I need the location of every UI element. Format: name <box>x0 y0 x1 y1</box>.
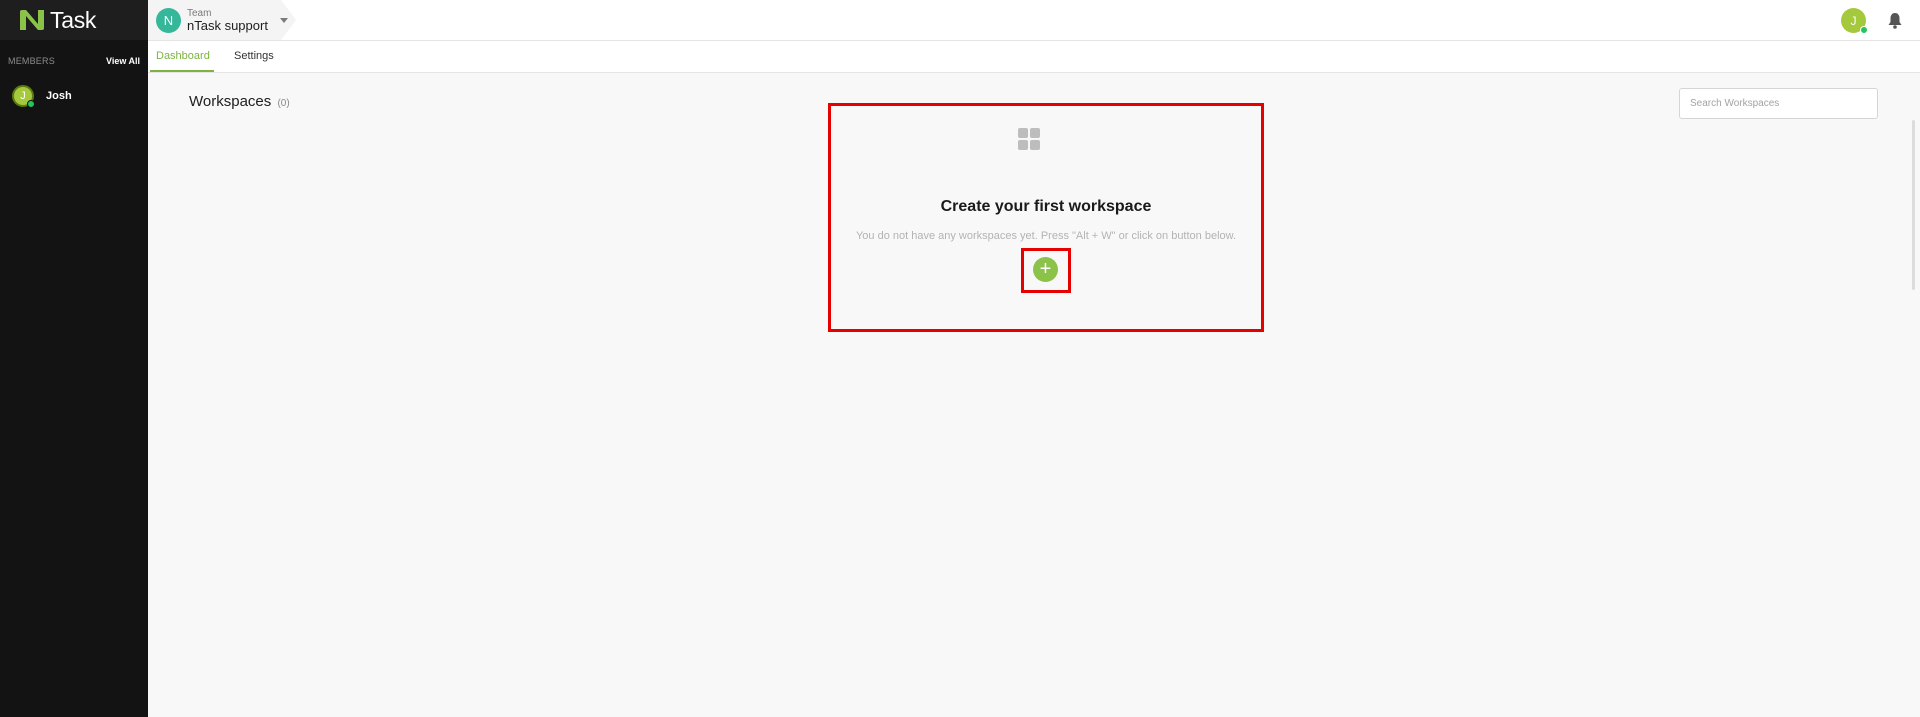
team-info: Team nTask support <box>187 8 268 32</box>
user-avatar[interactable]: J <box>1841 8 1868 34</box>
user-online-dot <box>1860 26 1868 34</box>
tab-bar: Dashboard Settings <box>148 41 1920 73</box>
tab-settings[interactable]: Settings <box>228 41 280 72</box>
empty-state-description: You do not have any workspaces yet. Pres… <box>855 230 1237 242</box>
online-status-dot <box>27 100 35 108</box>
team-name: nTask support <box>187 18 268 33</box>
view-all-link[interactable]: View All <box>106 56 140 66</box>
grid-icon <box>1018 128 1040 150</box>
ntask-logo-icon <box>20 10 44 30</box>
team-avatar: N <box>156 7 181 33</box>
chevron-down-icon <box>280 18 288 23</box>
plus-icon: + <box>1039 258 1052 280</box>
member-initial: J <box>20 90 26 102</box>
search-workspaces-input[interactable] <box>1679 88 1878 119</box>
members-header: MEMBERS View All <box>0 54 148 68</box>
top-bar: N Team nTask support J <box>148 0 1920 41</box>
empty-state-title: Create your first workspace <box>940 198 1152 215</box>
member-avatar: J <box>12 85 35 108</box>
workspaces-count: (0) <box>277 98 290 109</box>
scrollbar[interactable] <box>1912 120 1915 290</box>
workspaces-title: Workspaces <box>189 93 272 110</box>
user-initial: J <box>1850 13 1857 28</box>
sidebar: Task MEMBERS View All J Josh <box>0 0 148 717</box>
add-workspace-button[interactable]: + <box>1033 257 1058 282</box>
members-label: MEMBERS <box>8 56 55 66</box>
team-switcher[interactable]: N Team nTask support <box>148 0 296 40</box>
logo-text: Task <box>50 6 97 33</box>
bell-icon[interactable] <box>1887 12 1903 29</box>
member-name: Josh <box>46 90 72 102</box>
empty-state-highlight <box>828 103 1264 332</box>
app-logo[interactable]: Task <box>0 0 148 40</box>
member-item[interactable]: J Josh <box>0 84 148 108</box>
tab-dashboard[interactable]: Dashboard <box>150 41 214 72</box>
workspaces-heading: Workspaces (0) <box>189 93 290 110</box>
